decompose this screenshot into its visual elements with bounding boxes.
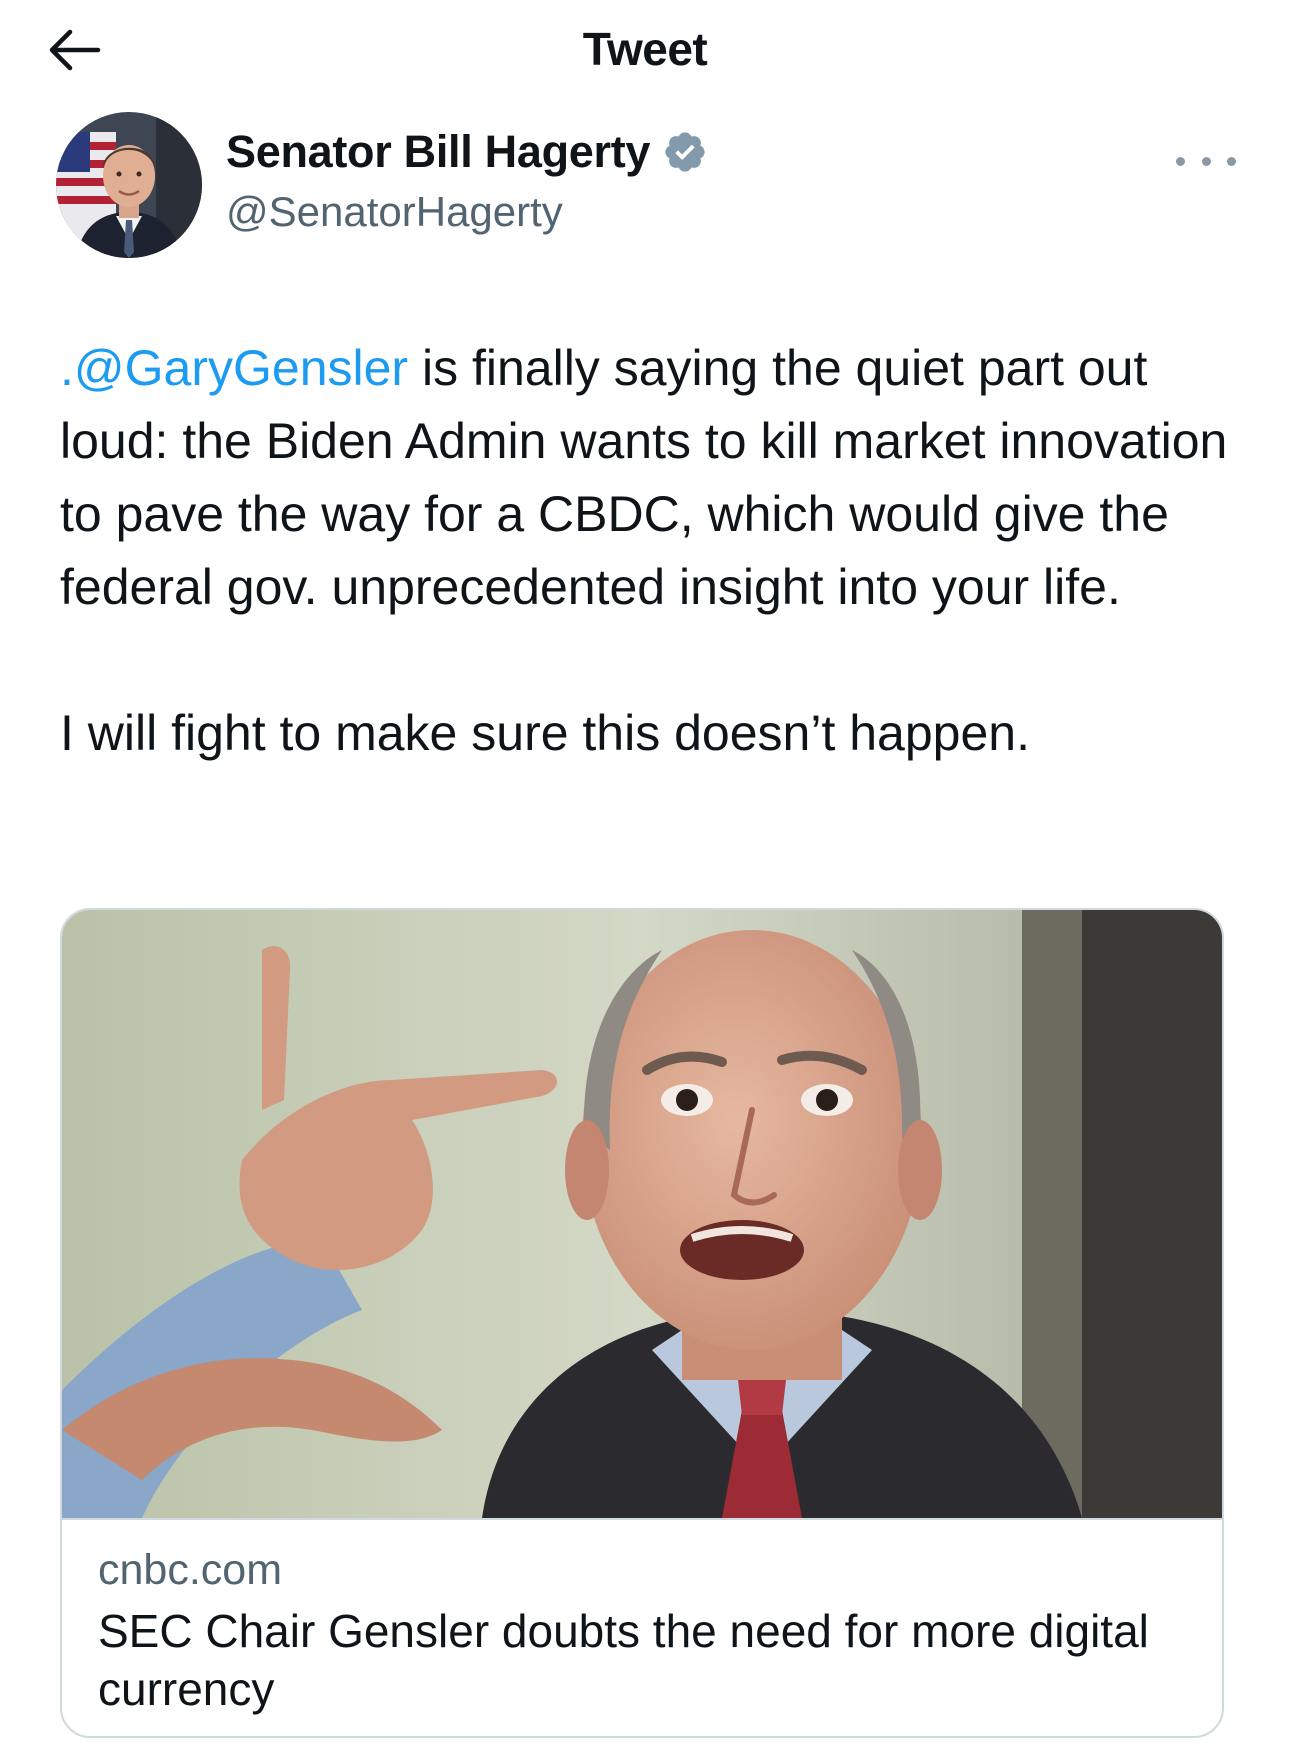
more-dot-icon xyxy=(1176,156,1185,166)
more-dot-icon xyxy=(1201,156,1211,166)
tweet-author: Senator Bill Hagerty @SenatorHagerty xyxy=(56,112,1236,262)
author-name-row: Senator Bill Hagerty xyxy=(226,126,708,178)
link-title: SEC Chair Gensler doubts the need for mo… xyxy=(98,1605,1149,1715)
tweet-paragraph-1: .@GaryGensler is finally saying the quie… xyxy=(60,332,1240,624)
tweet-page: Tweet Senator Bill Hagerty @SenatorHager… xyxy=(0,0,1290,1758)
mention-link[interactable]: .@GaryGensler xyxy=(60,340,408,396)
tweet-text: .@GaryGensler is finally saying the quie… xyxy=(60,332,1240,770)
card-divider xyxy=(62,1518,1222,1520)
author-name[interactable]: Senator Bill Hagerty xyxy=(226,126,650,178)
page-title: Tweet xyxy=(582,23,708,75)
link-preview-card[interactable]: cnbc.com SEC Chair Gensler doubts the ne… xyxy=(60,908,1224,1738)
avatar[interactable] xyxy=(56,112,202,258)
author-handle[interactable]: @SenatorHagerty xyxy=(226,188,563,236)
tweet-paragraph-2: I will fight to make sure this doesn’t h… xyxy=(60,705,1030,761)
top-bar: Tweet xyxy=(0,0,1290,100)
link-preview-image xyxy=(62,910,1222,1518)
verified-badge-icon xyxy=(665,132,705,172)
more-dot-icon xyxy=(1227,156,1236,166)
more-options-button[interactable] xyxy=(1176,146,1236,176)
link-domain: cnbc.com xyxy=(98,1546,283,1594)
